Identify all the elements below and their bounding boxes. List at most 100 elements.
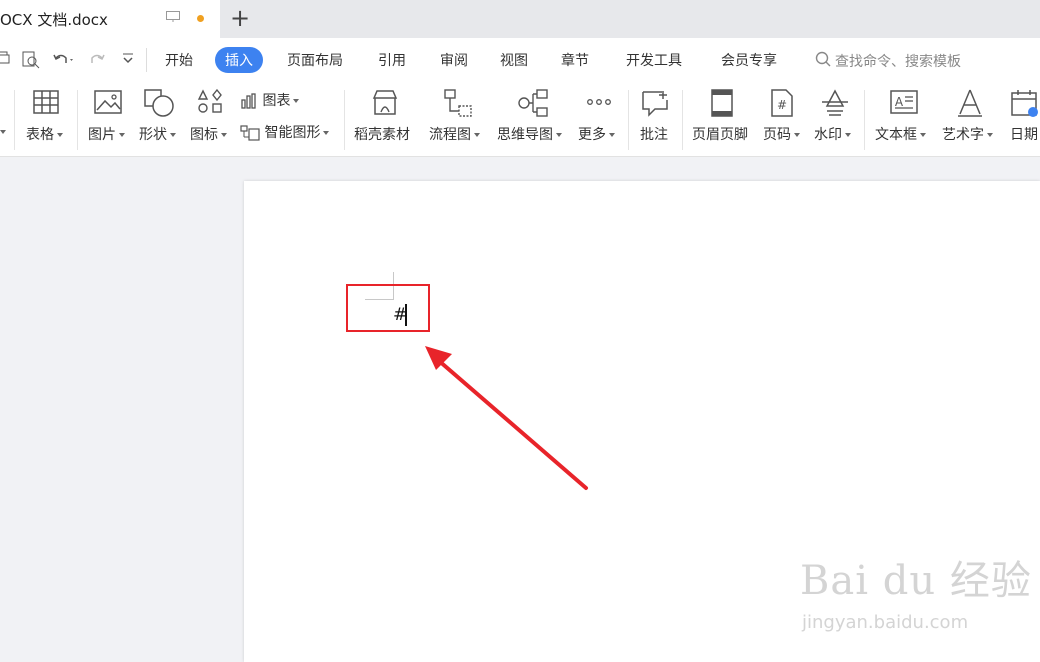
menu-references[interactable]: 引用 <box>378 50 406 70</box>
search-input[interactable]: 查找命令、搜索模板 <box>835 51 961 71</box>
picture-caret-icon <box>119 133 125 137</box>
insert-icon-button[interactable]: 图标 <box>188 82 234 156</box>
ribbon-separator <box>864 90 865 150</box>
ribbon-separator <box>77 90 78 150</box>
textbox-icon: A <box>890 90 918 114</box>
page-number-caret-icon <box>794 133 800 137</box>
more-button[interactable]: 更多 <box>578 82 624 156</box>
menu-insert[interactable]: 插入 <box>215 47 263 73</box>
insert-wordart-button[interactable]: 艺术字 <box>942 82 1002 156</box>
monitor-icon[interactable] <box>166 11 180 22</box>
insert-table-button[interactable]: 表格 <box>24 82 70 156</box>
ribbon-separator <box>628 90 629 150</box>
date-label: 日期 <box>1010 127 1038 143</box>
ribbon-left-caret-icon[interactable] <box>0 130 6 134</box>
header-footer-icon <box>711 89 733 117</box>
chart-caret-icon <box>293 99 300 103</box>
watermark-caret-icon <box>845 133 851 137</box>
more-caret-icon <box>609 133 615 137</box>
insert-shape-button[interactable]: 形状 <box>137 82 183 156</box>
insert-textbox-button[interactable]: A 文本框 <box>875 82 933 156</box>
watermark-button[interactable]: 水印 <box>812 82 858 156</box>
page-number-label: 页码 <box>763 127 791 143</box>
calendar-icon <box>1011 90 1038 117</box>
shape-icon <box>144 89 174 117</box>
insert-flowchart-button[interactable]: 流程图 <box>429 82 489 156</box>
comment-label: 批注 <box>640 127 668 143</box>
new-tab-plus-icon[interactable]: + <box>230 4 250 32</box>
ribbon-toolbar: 表格 图片 形状 图标 图表 智能图形 稻壳素材 流程图 思维导图 更多 批注 … <box>0 82 1040 157</box>
document-tab[interactable]: OCX 文档.docx <box>0 0 220 38</box>
mindmap-caret-icon <box>556 133 562 137</box>
mindmap-icon <box>518 89 548 117</box>
menu-view[interactable]: 视图 <box>500 50 528 70</box>
storefront-icon <box>372 90 398 115</box>
textbox-caret-icon <box>920 133 926 137</box>
table-icon <box>33 90 59 114</box>
picture-label: 图片 <box>88 127 116 143</box>
icon-label: 图标 <box>190 127 218 143</box>
header-footer-button[interactable]: 页眉页脚 <box>692 82 754 156</box>
smart-art-icon <box>240 125 260 141</box>
print-preview-icon[interactable] <box>22 51 40 69</box>
insert-date-button[interactable]: 日期 <box>1008 82 1040 156</box>
insert-picture-button[interactable]: 图片 <box>86 82 132 156</box>
smart-art-caret-icon <box>323 131 330 135</box>
wordart-label: 艺术字 <box>942 127 984 143</box>
watermark-label: 水印 <box>814 127 842 143</box>
comment-icon <box>642 91 668 117</box>
insert-smart-art-button[interactable]: 智能图形 <box>240 122 330 142</box>
flowchart-icon <box>444 89 472 117</box>
header-footer-label: 页眉页脚 <box>692 127 748 143</box>
chart-label: 图表 <box>262 93 291 109</box>
menu-bar: 开始 插入 页面布局 引用 审阅 视图 章节 开发工具 会员专享 查找命令、搜索… <box>0 38 1040 82</box>
print-icon[interactable] <box>0 51 10 67</box>
menu-review[interactable]: 审阅 <box>440 50 468 70</box>
wordart-caret-icon <box>987 133 993 137</box>
svg-text:A: A <box>895 95 904 109</box>
page-number-button[interactable]: # 页码 <box>763 82 807 156</box>
watermark-main-text: Bai du 经验 <box>800 558 1032 604</box>
icon-caret-icon <box>221 133 227 137</box>
search-icon[interactable] <box>815 51 831 71</box>
mindmap-label: 思维导图 <box>497 127 553 143</box>
more-label: 更多 <box>578 127 606 143</box>
menu-chapter[interactable]: 章节 <box>561 50 589 70</box>
chart-smartart-group: 图表 智能图形 <box>240 82 340 156</box>
wordart-icon <box>958 89 982 117</box>
menu-start[interactable]: 开始 <box>165 50 193 70</box>
watermark-icon <box>822 89 848 116</box>
more-dots-icon <box>587 99 611 105</box>
menu-separator <box>146 48 147 72</box>
table-caret-icon <box>57 133 63 137</box>
shape-caret-icon <box>170 133 176 137</box>
tab-bar: OCX 文档.docx + <box>0 0 1040 38</box>
redo-icon[interactable] <box>88 51 106 67</box>
insert-chart-button[interactable]: 图表 <box>240 90 300 110</box>
insert-mindmap-button[interactable]: 思维导图 <box>497 82 571 156</box>
icons-grid-icon <box>197 88 222 113</box>
customize-chevron-icon[interactable] <box>122 51 134 67</box>
page-number-icon: # <box>771 89 793 117</box>
picture-icon <box>94 90 122 114</box>
insert-comment-button[interactable]: 批注 <box>638 82 674 156</box>
flowchart-label: 流程图 <box>429 127 471 143</box>
shape-label: 形状 <box>139 127 167 143</box>
textbox-label: 文本框 <box>875 127 917 143</box>
daoke-label: 稻壳素材 <box>354 127 410 143</box>
watermark-sub-text: jingyan.baidu.com <box>802 612 969 633</box>
ribbon-separator <box>344 90 345 150</box>
menu-member[interactable]: 会员专享 <box>721 50 777 70</box>
unsaved-dot-icon <box>197 15 204 22</box>
highlight-box <box>346 284 430 332</box>
chart-icon <box>241 93 256 109</box>
daoke-material-button[interactable]: 稻壳素材 <box>354 82 418 156</box>
flowchart-caret-icon <box>474 133 480 137</box>
baidu-watermark: Bai du 经验 jingyan.baidu.com <box>800 548 1031 648</box>
table-label: 表格 <box>26 127 54 143</box>
undo-icon[interactable] <box>52 51 76 67</box>
menu-page-layout[interactable]: 页面布局 <box>287 50 343 70</box>
menu-developer-tools[interactable]: 开发工具 <box>626 50 682 70</box>
ribbon-separator <box>682 90 683 150</box>
svg-text:#: # <box>777 98 787 112</box>
